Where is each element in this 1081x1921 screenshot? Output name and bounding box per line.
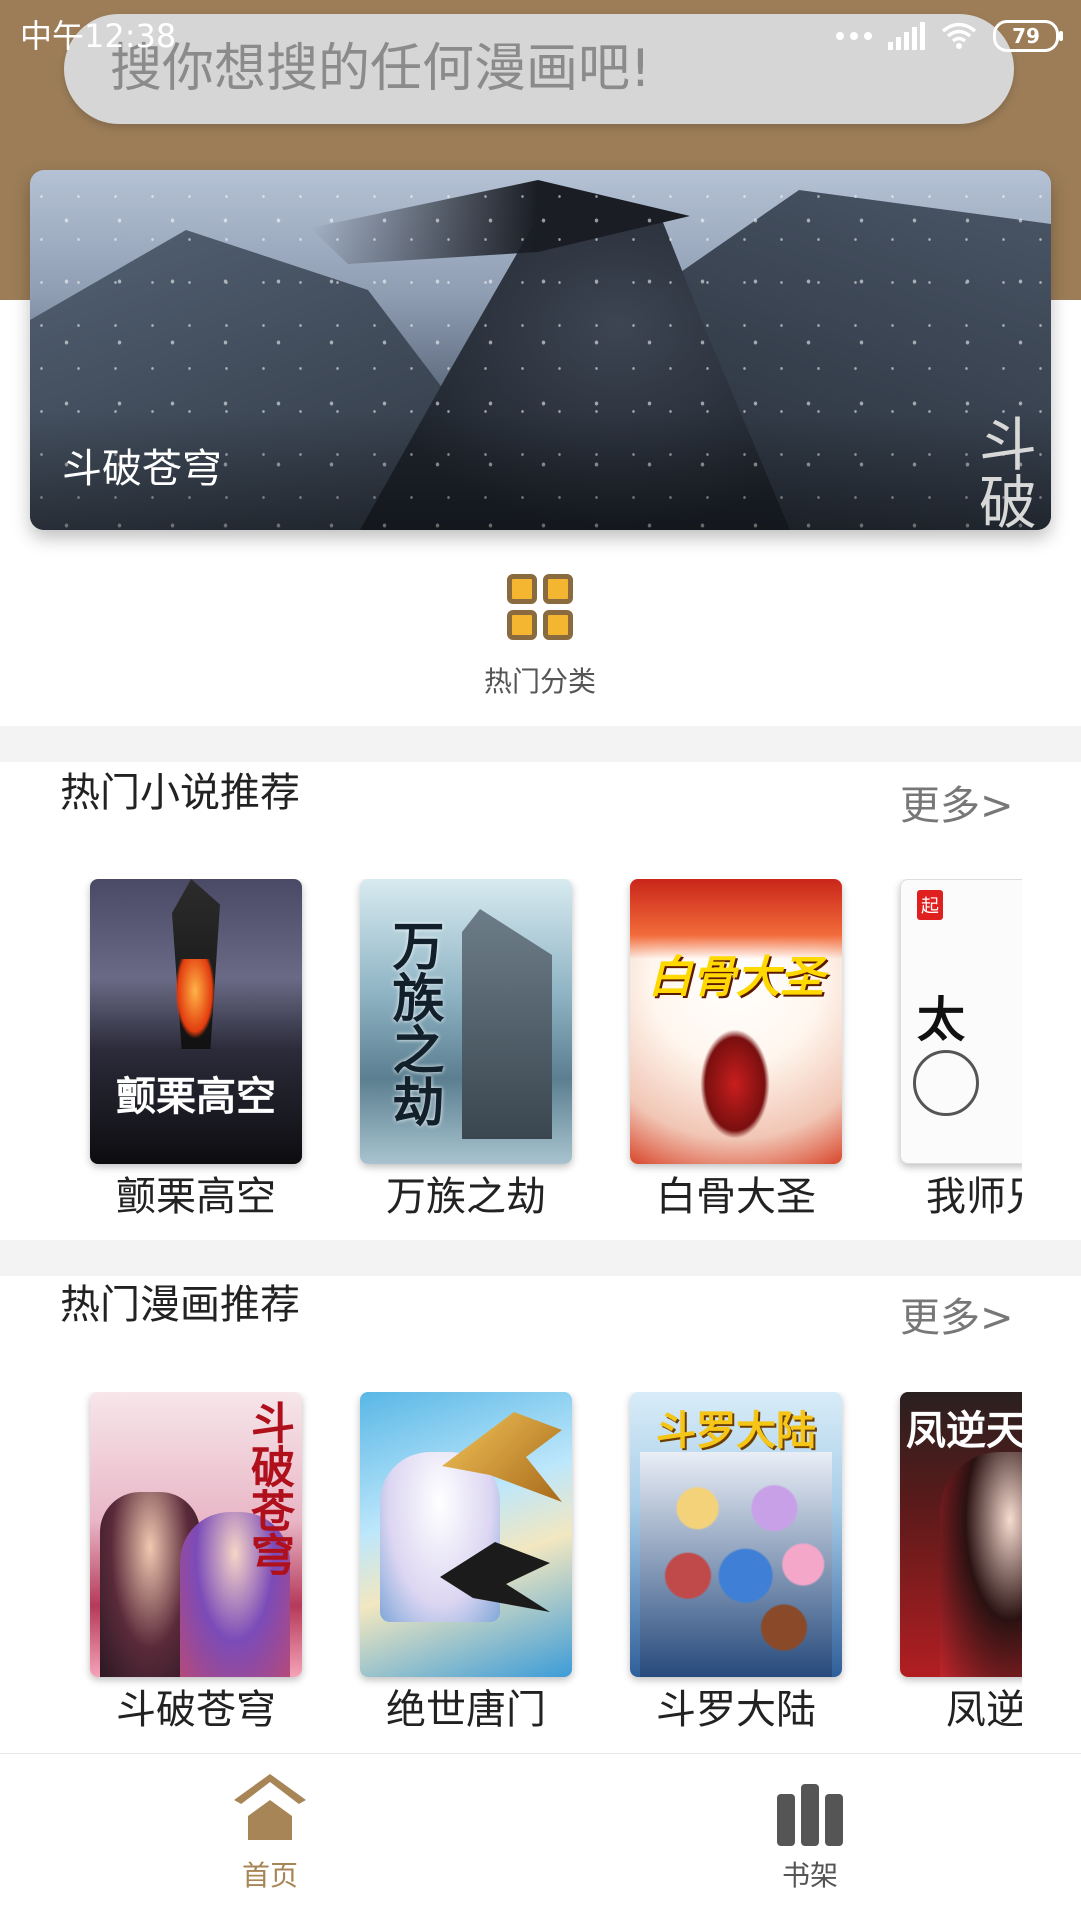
home-icon bbox=[234, 1774, 306, 1846]
more-dots-icon bbox=[836, 32, 872, 40]
comic-card[interactable]: 绝世唐门 bbox=[360, 1392, 572, 1733]
banner-calligraphy: 斗破 bbox=[969, 414, 1037, 530]
battery-level: 79 bbox=[1012, 24, 1040, 48]
novels-row[interactable]: 颤栗高空 颤栗高空 万族之劫 万族之劫 白骨大圣 白骨大圣 起 太 我师兄实 bbox=[0, 879, 1022, 1239]
banner-carousel[interactable]: 斗破苍穹 斗破 bbox=[30, 170, 1051, 530]
hot-category-button[interactable]: 热门分类 bbox=[440, 574, 640, 700]
novel-title[interactable]: 颤栗高空 bbox=[70, 1169, 322, 1225]
nav-bookshelf-label: 书架 bbox=[781, 1859, 838, 1892]
novel-cover[interactable]: 起 太 bbox=[900, 879, 1022, 1164]
bottom-navigation: 首页 书架 bbox=[0, 1753, 1081, 1921]
comic-title[interactable]: 绝世唐门 bbox=[340, 1682, 592, 1738]
status-time: 中午12:38 bbox=[20, 17, 177, 55]
comics-section-title: 热门漫画推荐 bbox=[60, 1282, 300, 1328]
comic-card[interactable]: 斗罗大陆 斗罗大陆 bbox=[630, 1392, 842, 1733]
signal-icon bbox=[888, 22, 925, 50]
novel-card[interactable]: 起 太 我师兄实 bbox=[900, 879, 1022, 1220]
comic-cover[interactable] bbox=[360, 1392, 572, 1677]
bookshelf-icon bbox=[774, 1774, 846, 1846]
comic-cover[interactable]: 斗罗大陆 bbox=[630, 1392, 842, 1677]
novel-title[interactable]: 白骨大圣 bbox=[610, 1169, 862, 1225]
novels-more-link[interactable]: 更多> bbox=[900, 781, 1014, 831]
comic-title[interactable]: 斗破苍穹 bbox=[70, 1682, 322, 1738]
status-bar: 中午12:38 79 bbox=[0, 0, 1081, 72]
novel-card[interactable]: 万族之劫 万族之劫 bbox=[360, 879, 572, 1220]
novel-cover[interactable]: 颤栗高空 bbox=[90, 879, 302, 1164]
novel-title[interactable]: 万族之劫 bbox=[340, 1169, 592, 1225]
battery-icon: 79 bbox=[993, 20, 1063, 52]
comic-cover[interactable]: 凤逆天 bbox=[900, 1392, 1022, 1677]
novel-card[interactable]: 白骨大圣 白骨大圣 bbox=[630, 879, 842, 1220]
comics-more-link[interactable]: 更多> bbox=[900, 1293, 1014, 1343]
banner-caption: 斗破苍穹 bbox=[62, 446, 222, 492]
section-divider bbox=[0, 1240, 1081, 1276]
novel-cover[interactable]: 白骨大圣 bbox=[630, 879, 842, 1164]
comic-title[interactable]: 凤逆天 bbox=[880, 1682, 1022, 1738]
hot-category-label: 热门分类 bbox=[483, 665, 596, 698]
comic-cover[interactable]: 斗破苍穹 bbox=[90, 1392, 302, 1677]
novel-title[interactable]: 我师兄实 bbox=[880, 1169, 1022, 1225]
nav-home[interactable]: 首页 bbox=[170, 1774, 370, 1894]
comic-card[interactable]: 凤逆天 凤逆天 bbox=[900, 1392, 1022, 1733]
novel-cover[interactable]: 万族之劫 bbox=[360, 879, 572, 1164]
comic-card[interactable]: 斗破苍穹 斗破苍穹 bbox=[90, 1392, 302, 1733]
grid-icon bbox=[507, 574, 573, 640]
novel-card[interactable]: 颤栗高空 颤栗高空 bbox=[90, 879, 302, 1220]
nav-bookshelf[interactable]: 书架 bbox=[710, 1774, 910, 1894]
comics-row[interactable]: 斗破苍穹 斗破苍穹 绝世唐门 斗罗大陆 斗罗大陆 凤逆天 凤逆天 bbox=[0, 1392, 1022, 1752]
section-divider bbox=[0, 726, 1081, 762]
comic-title[interactable]: 斗罗大陆 bbox=[610, 1682, 862, 1738]
wifi-icon bbox=[941, 22, 977, 49]
nav-home-label: 首页 bbox=[241, 1859, 298, 1892]
novels-section-title: 热门小说推荐 bbox=[60, 770, 300, 816]
